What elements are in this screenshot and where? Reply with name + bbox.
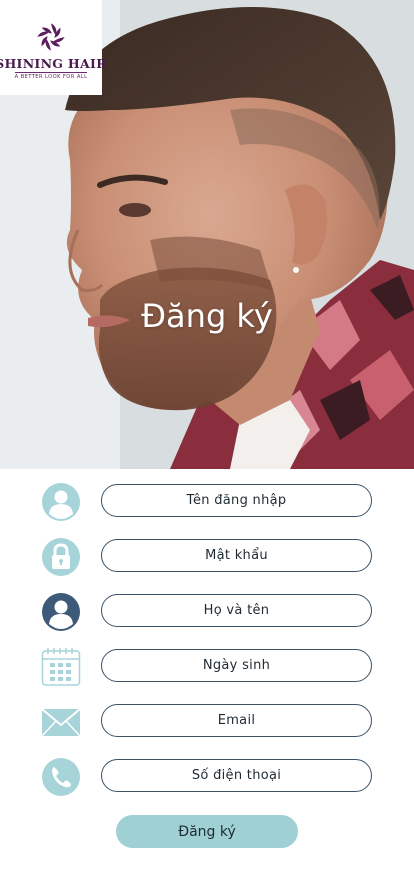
calendar-icon bbox=[41, 647, 81, 687]
brand-logo: SHINING HAIR A BETTER LOOK FOR ALL bbox=[0, 0, 107, 95]
user-dark-icon bbox=[41, 592, 81, 632]
swirl-logo-icon bbox=[37, 23, 65, 51]
phone-icon bbox=[41, 757, 81, 797]
brand-name: SHINING HAIR bbox=[0, 56, 107, 71]
password-row: Mật khẩu bbox=[0, 537, 414, 577]
phone-row: Số điện thoại bbox=[0, 757, 414, 797]
password-field[interactable]: Mật khẩu bbox=[101, 539, 372, 572]
envelope-icon bbox=[41, 702, 81, 742]
birthdate-field[interactable]: Ngày sinh bbox=[101, 649, 372, 682]
fullname-field[interactable]: Họ và tên bbox=[101, 594, 372, 627]
email-row: Email bbox=[0, 702, 414, 742]
user-icon bbox=[41, 482, 81, 522]
page-title: Đăng ký bbox=[141, 297, 273, 335]
phone-field[interactable]: Số điện thoại bbox=[101, 759, 372, 792]
username-field[interactable]: Tên đăng nhập bbox=[101, 484, 372, 517]
username-row: Tên đăng nhập bbox=[0, 482, 414, 522]
lock-icon bbox=[41, 537, 81, 577]
register-button[interactable]: Đăng ký bbox=[116, 815, 298, 848]
brand-tagline: A BETTER LOOK FOR ALL bbox=[14, 72, 88, 80]
fullname-row: Họ và tên bbox=[0, 592, 414, 632]
birthdate-row: Ngày sinh bbox=[0, 647, 414, 687]
email-field[interactable]: Email bbox=[101, 704, 372, 737]
hero-banner: SHINING HAIR A BETTER LOOK FOR ALL Đăng … bbox=[0, 0, 414, 469]
